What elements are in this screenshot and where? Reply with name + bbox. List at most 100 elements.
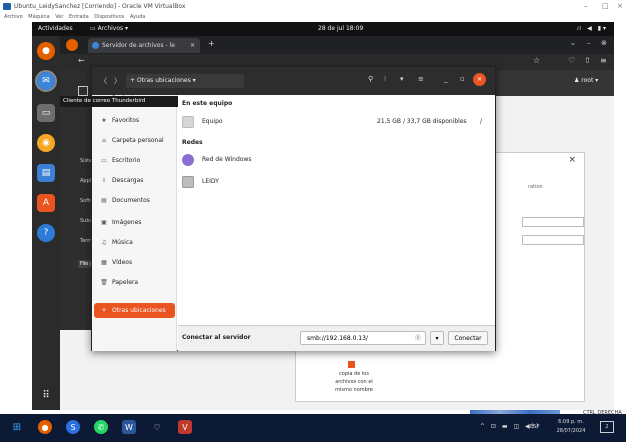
dialog-field[interactable]	[522, 217, 584, 227]
sidebar-item-otras-ubicaciones[interactable]: + Otras ubicaciones	[94, 303, 175, 318]
skype-icon[interactable]: S	[66, 420, 80, 434]
writer-icon[interactable]: ▤	[37, 164, 55, 182]
software-icon[interactable]: A	[37, 194, 55, 212]
dialog-checkbox[interactable]	[348, 361, 355, 368]
list-view-icon[interactable]: ▾	[400, 75, 404, 83]
word-icon[interactable]: W	[122, 420, 136, 434]
window-minimize-icon[interactable]: –	[587, 39, 591, 47]
dialog-text-line: mismo nombre	[335, 387, 373, 393]
windows-start-icon[interactable]: ⊞	[10, 420, 24, 434]
dialog-field[interactable]	[522, 235, 584, 245]
maximize-window-icon[interactable]: ▫	[460, 75, 465, 83]
section-networks: Redes	[182, 139, 203, 146]
menu-icon[interactable]: ≡	[600, 56, 607, 65]
taskbar-time[interactable]: 6:09 p. m.	[551, 419, 591, 425]
path-bar[interactable]: + Otras ubicaciones ▾	[126, 74, 244, 88]
show-apps-icon[interactable]: ⠿	[37, 386, 55, 404]
connect-label: Conectar al servidor	[182, 334, 251, 341]
virtualbox-titlebar: Ubuntu_LeidySanchez [Corriendo] - Oracle…	[0, 0, 626, 13]
activities-button[interactable]: Actividades	[38, 22, 73, 36]
taskbar-date[interactable]: 28/07/2024	[551, 428, 591, 434]
menu-archivo[interactable]: Archivo	[4, 14, 23, 20]
virtualbox-taskbar-icon[interactable]: V	[178, 420, 192, 434]
tab-servidor-archivos[interactable]: Servidor de archivos - le ×	[88, 38, 200, 53]
clock[interactable]: 28 de jul 18:09	[318, 22, 363, 36]
computer-icon	[182, 176, 194, 188]
hamburger-menu-icon[interactable]: ≡	[418, 75, 424, 83]
virtualbox-logo-icon	[3, 3, 11, 10]
server-address-input[interactable]: smb://192.168.0.13/ ⓪	[300, 331, 426, 345]
location-equipo[interactable]: Equipo 21,5 GB / 33,7 GB disponibles /	[182, 115, 492, 129]
maximize-icon[interactable]: □	[602, 0, 609, 13]
sidebar-item-documentos[interactable]: ▤ Documentos	[94, 193, 175, 208]
files-icon[interactable]: ▭	[37, 104, 55, 122]
sidebar-item-papelera[interactable]: 🗑 Papelera	[94, 275, 175, 290]
help-icon[interactable]: ?	[37, 224, 55, 242]
menu-entrada[interactable]: Entrada	[69, 14, 89, 20]
menu-dispositivos[interactable]: Dispositivos	[94, 14, 124, 20]
help-icon[interactable]: ⓪	[415, 332, 421, 345]
home-icon: ⌂	[102, 137, 106, 144]
network-windows[interactable]: Red de Windows	[182, 153, 492, 167]
extensions-icon[interactable]: ⇧	[584, 56, 591, 65]
nautilus-content: En este equipo Equipo 21,5 GB / 33,7 GB …	[178, 95, 495, 323]
language-indicator[interactable]: ESP	[530, 424, 539, 430]
new-tab-button[interactable]: +	[208, 39, 215, 48]
dialog-close-icon[interactable]: ×	[568, 155, 576, 165]
whatsapp-icon[interactable]: ✆	[94, 420, 108, 434]
sidebar-item-escritorio[interactable]: ▭ Escritorio	[94, 153, 175, 168]
dialog-text-line: copia de los	[339, 371, 369, 377]
back-icon[interactable]: ←	[78, 56, 85, 65]
close-window-icon[interactable]: ×	[473, 73, 486, 86]
menu-ayuda[interactable]: Ayuda	[130, 14, 145, 20]
drive-icon	[182, 116, 194, 128]
sidebar-item-imagenes[interactable]: ▣ Imágenes	[94, 215, 175, 230]
chevron-down-icon: ▾	[435, 335, 439, 342]
battery-icon: ▮	[597, 25, 603, 32]
folder-icon: ▭	[90, 25, 98, 32]
bookmark-star-icon[interactable]: ☆	[533, 56, 540, 65]
mount-point: /	[480, 118, 483, 125]
firefox-taskbar-icon[interactable]: ●	[38, 420, 52, 434]
back-button[interactable]: 〈	[100, 76, 107, 86]
sidebar-item-descargas[interactable]: ⇩ Descargas	[94, 173, 175, 188]
thunderbird-icon[interactable]: ✉	[35, 70, 57, 92]
firefox-logo-icon	[66, 39, 78, 51]
menu-ver[interactable]: Ver	[55, 14, 63, 20]
connect-bar: Conectar al servidor smb://192.168.0.13/…	[178, 325, 495, 351]
sidebar-item-favoritos[interactable]: ★ Favoritos	[94, 113, 175, 128]
view-options-icon[interactable]: ⁝	[384, 75, 386, 83]
video-icon: ▦	[101, 259, 107, 266]
disk-usage: 21,5 GB / 33,7 GB disponibles	[377, 118, 467, 125]
dock-tooltip: Cliente de correo Thunderbird	[60, 96, 178, 107]
menu-maquina[interactable]: Máquina	[28, 14, 49, 20]
gnome-topbar: Actividades ▭ Archivos ▾ 28 de jul 18:09…	[32, 22, 614, 36]
search-icon[interactable]: ⚲	[368, 75, 373, 83]
tab-favicon-icon	[92, 42, 99, 49]
tab-close-icon[interactable]: ×	[190, 38, 195, 53]
window-title: Ubuntu_LeidySanchez [Corriendo] - Oracle…	[14, 3, 186, 10]
user-menu[interactable]: ♟ root ▾	[574, 77, 598, 84]
rhythmbox-icon[interactable]: ◉	[37, 134, 55, 152]
pocket-icon[interactable]: ♡	[568, 56, 575, 65]
sidebar-item-carpeta-personal[interactable]: ⌂ Carpeta personal	[94, 133, 175, 148]
recent-servers-dropdown[interactable]: ▾	[430, 331, 444, 345]
minimize-window-icon[interactable]: _	[444, 75, 448, 83]
windows-taskbar: ⊞ ● S ✆ W ♡ V ^ ⊡ ▬ ◫ ◀)) ESP 6:09 p. m.…	[0, 414, 626, 442]
heart-icon[interactable]: ♡	[150, 420, 164, 434]
plus-icon: +	[130, 77, 137, 84]
list-tabs-icon[interactable]: ⌄	[570, 39, 576, 47]
connect-button[interactable]: Conectar	[448, 331, 488, 345]
firefox-icon[interactable]: ●	[37, 42, 55, 60]
sidebar-item-videos[interactable]: ▦ Vídeos	[94, 255, 175, 270]
network-leidy[interactable]: LEIDY	[182, 175, 492, 189]
notifications-icon[interactable]: 2	[600, 421, 614, 433]
forward-button[interactable]: 〉	[114, 76, 121, 86]
system-tray[interactable]: ⛙ ◀ ▮▾	[577, 22, 608, 36]
close-icon[interactable]: ×	[617, 0, 623, 13]
nautilus-sidebar: ◷Recientes ★Favoritos ⌂Carpeta personal …	[92, 95, 177, 351]
window-close-icon[interactable]: ⊗	[601, 39, 607, 47]
sidebar-item-musica[interactable]: ♫ Música	[94, 235, 175, 250]
app-menu[interactable]: ▭ Archivos ▾	[90, 22, 128, 36]
minimize-icon[interactable]: –	[584, 0, 588, 13]
